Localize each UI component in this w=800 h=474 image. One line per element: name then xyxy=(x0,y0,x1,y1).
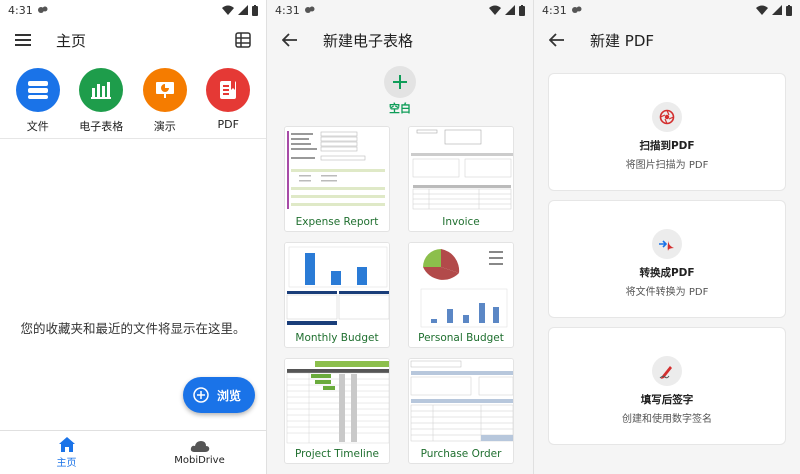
spreadsheet-app-bar: 新建电子表格 xyxy=(267,20,533,60)
empty-state-message: 您的收藏夹和最近的文件将显示在这里。 xyxy=(20,321,246,336)
battery-icon xyxy=(786,4,792,16)
category-row: 文件 电子表格 演示 PDF xyxy=(0,68,266,134)
template-project-timeline[interactable]: Project Timeline xyxy=(284,358,390,464)
template-thumbnail xyxy=(409,359,513,445)
back-arrow-icon[interactable] xyxy=(279,29,301,51)
home-app-bar: 主页 xyxy=(0,20,266,60)
pdf-app-bar: 新建 PDF xyxy=(534,20,800,60)
signal-icon xyxy=(505,5,515,15)
signal-icon xyxy=(238,5,248,15)
battery-icon xyxy=(252,4,258,16)
scan-icon xyxy=(652,102,682,132)
category-presentation[interactable]: 演示 xyxy=(137,68,193,134)
plus-icon xyxy=(393,75,407,89)
card-subtitle: 创建和使用数字签名 xyxy=(622,414,712,425)
wifi-icon xyxy=(489,5,501,15)
pdf-icon xyxy=(206,68,251,112)
card-title: 扫描到PDF xyxy=(639,140,695,152)
template-monthly-budget[interactable]: Monthly Budget xyxy=(284,242,390,348)
notification-icon xyxy=(304,6,315,13)
signal-icon xyxy=(772,5,782,15)
category-spreadsheet[interactable]: 电子表格 xyxy=(73,68,129,134)
page-title: 主页 xyxy=(56,31,87,50)
wifi-icon xyxy=(756,5,768,15)
browse-button-label: 浏览 xyxy=(217,388,242,403)
presentation-icon xyxy=(142,68,187,112)
cloud-icon xyxy=(190,441,209,452)
blank-label: 空白 xyxy=(389,102,411,115)
category-pdf[interactable]: PDF xyxy=(200,68,256,134)
template-name: Project Timeline xyxy=(295,448,379,460)
wifi-icon xyxy=(222,5,234,15)
template-name: Monthly Budget xyxy=(295,332,379,344)
card-subtitle: 将图片扫描为 PDF xyxy=(625,160,709,171)
nav-home[interactable]: 主页 xyxy=(0,431,133,474)
files-icon xyxy=(15,68,60,112)
status-bar: 4:31 xyxy=(267,0,533,20)
add-circle-icon xyxy=(193,387,209,403)
template-name: Purchase Order xyxy=(420,448,502,460)
bottom-navigation: 主页 MobiDrive xyxy=(0,430,266,474)
section-divider xyxy=(0,138,266,139)
status-bar: 4:31 xyxy=(534,0,800,20)
page-title: 新建电子表格 xyxy=(323,31,414,50)
category-label: 演示 xyxy=(153,120,176,133)
template-thumbnail xyxy=(285,359,389,445)
status-bar: 4:31 xyxy=(0,0,266,20)
template-invoice[interactable]: Invoice xyxy=(408,126,514,232)
category-files[interactable]: 文件 xyxy=(10,68,66,134)
template-name: Personal Budget xyxy=(418,332,504,344)
browse-button[interactable]: 浏览 xyxy=(183,377,255,413)
status-time: 4:31 xyxy=(8,3,33,17)
card-subtitle: 将文件转换为 PDF xyxy=(625,287,709,298)
template-thumbnail xyxy=(409,127,513,213)
scan-to-pdf-card[interactable]: 扫描到PDF 将图片扫描为 PDF xyxy=(548,73,786,191)
nav-mobidrive[interactable]: MobiDrive xyxy=(133,431,266,474)
battery-icon xyxy=(519,4,525,16)
template-expense-report[interactable]: Expense Report xyxy=(284,126,390,232)
blank-spreadsheet-button[interactable] xyxy=(384,66,416,98)
category-label: PDF xyxy=(217,118,239,131)
signature-icon xyxy=(652,356,682,386)
home-screen: 4:31 主页 文件 电子表格 演示 PDF 您的收藏夹和最近的文件将显示在这里… xyxy=(0,0,266,474)
template-thumbnail xyxy=(285,127,389,213)
new-spreadsheet-screen: 4:31 新建电子表格 空白 Expense Report Invoice Mo… xyxy=(267,0,533,474)
fill-and-sign-card[interactable]: 填写后签字 创建和使用数字签名 xyxy=(548,327,786,445)
template-personal-budget[interactable]: Personal Budget xyxy=(408,242,514,348)
template-purchase-order[interactable]: Purchase Order xyxy=(408,358,514,464)
category-label: 电子表格 xyxy=(79,120,124,133)
convert-to-pdf-card[interactable]: 转换成PDF 将文件转换为 PDF xyxy=(548,200,786,318)
menu-icon[interactable] xyxy=(12,29,34,51)
status-time: 4:31 xyxy=(542,3,567,17)
spreadsheet-icon xyxy=(79,68,124,112)
notification-icon xyxy=(37,6,48,13)
card-title: 转换成PDF xyxy=(639,267,695,279)
template-thumbnail xyxy=(409,243,513,329)
home-icon xyxy=(58,436,75,452)
page-title: 新建 PDF xyxy=(590,31,654,50)
new-pdf-screen: 4:31 新建 PDF 扫描到PDF 将图片扫描为 PDF 转换成PDF 将文件… xyxy=(534,0,800,474)
grid-view-icon[interactable] xyxy=(232,29,254,51)
convert-icon xyxy=(652,229,682,259)
card-title: 填写后签字 xyxy=(640,394,694,406)
template-thumbnail xyxy=(285,243,389,329)
nav-home-label: 主页 xyxy=(56,457,77,469)
nav-mobidrive-label: MobiDrive xyxy=(174,455,225,466)
status-time: 4:31 xyxy=(275,3,300,17)
template-name: Invoice xyxy=(442,216,480,228)
notification-icon xyxy=(571,6,582,13)
template-name: Expense Report xyxy=(295,216,379,228)
category-label: 文件 xyxy=(26,120,49,133)
back-arrow-icon[interactable] xyxy=(546,29,568,51)
